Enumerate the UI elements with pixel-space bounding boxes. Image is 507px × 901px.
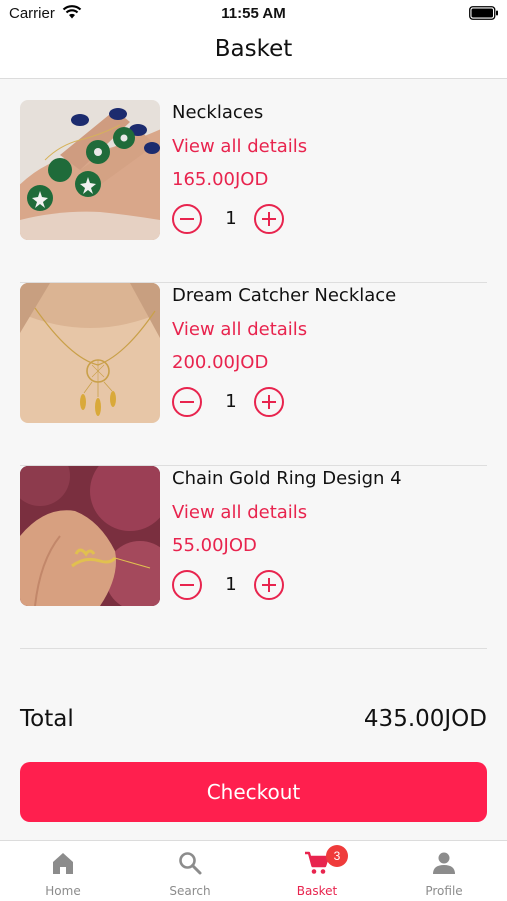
search-icon bbox=[179, 852, 202, 875]
product-name: Necklaces bbox=[172, 102, 264, 123]
total-label: Total bbox=[20, 706, 74, 732]
page-title: Basket bbox=[214, 36, 293, 62]
increase-quantity-button[interactable] bbox=[254, 387, 284, 417]
product-name: Chain Gold Ring Design 4 bbox=[172, 468, 402, 489]
quantity-stepper: 1 bbox=[172, 570, 312, 606]
tab-basket-label: Basket bbox=[296, 884, 338, 898]
quantity-stepper: 1 bbox=[172, 387, 312, 423]
increase-quantity-button[interactable] bbox=[254, 204, 284, 234]
total-value: 435.00JOD bbox=[363, 706, 487, 732]
status-time: 11:55 AM bbox=[221, 5, 286, 22]
decrease-quantity-button[interactable] bbox=[172, 570, 202, 600]
view-details-link[interactable]: View all details bbox=[172, 319, 307, 340]
product-image[interactable] bbox=[20, 100, 160, 240]
status-bar: Carrier 11:55 AM bbox=[0, 0, 507, 28]
tab-profile-label: Profile bbox=[425, 884, 463, 898]
checkout-button[interactable]: Checkout bbox=[20, 762, 487, 822]
battery-icon bbox=[469, 6, 498, 20]
tab-bar: Home Search 3 Basket Profile bbox=[0, 840, 507, 901]
home-icon bbox=[53, 853, 73, 874]
product-name: Dream Catcher Necklace bbox=[172, 285, 397, 306]
basket-item: Chain Gold Ring Design 4 View all detail… bbox=[20, 466, 487, 649]
nav-bar: Basket bbox=[0, 28, 507, 79]
quantity-value: 1 bbox=[225, 574, 237, 595]
view-details-link[interactable]: View all details bbox=[172, 502, 307, 523]
basket-count-badge: 3 bbox=[326, 845, 348, 867]
quantity-value: 1 bbox=[225, 208, 237, 229]
tab-profile[interactable]: Profile bbox=[381, 841, 507, 901]
product-price: 165.00JOD bbox=[172, 169, 269, 190]
person-icon bbox=[433, 852, 455, 874]
increase-quantity-button[interactable] bbox=[254, 570, 284, 600]
product-image[interactable] bbox=[20, 466, 160, 606]
tab-home[interactable]: Home bbox=[0, 841, 126, 901]
decrease-quantity-button[interactable] bbox=[172, 204, 202, 234]
decrease-quantity-button[interactable] bbox=[172, 387, 202, 417]
product-price: 200.00JOD bbox=[172, 352, 269, 373]
basket-item: Necklaces View all details 165.00JOD 1 bbox=[20, 100, 487, 283]
tab-search[interactable]: Search bbox=[127, 841, 253, 901]
tab-search-label: Search bbox=[169, 884, 211, 898]
tab-home-label: Home bbox=[45, 884, 81, 898]
view-details-link[interactable]: View all details bbox=[172, 136, 307, 157]
quantity-stepper: 1 bbox=[172, 204, 312, 240]
basket-item: Dream Catcher Necklace View all details … bbox=[20, 283, 487, 466]
quantity-value: 1 bbox=[225, 391, 237, 412]
product-price: 55.00JOD bbox=[172, 535, 257, 556]
product-image[interactable] bbox=[20, 283, 160, 423]
tab-basket[interactable]: 3 Basket bbox=[254, 841, 380, 901]
